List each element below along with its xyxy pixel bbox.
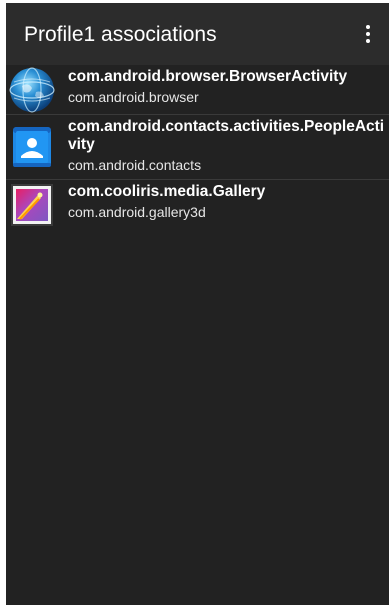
more-vert-icon-dot — [366, 39, 370, 43]
associations-list: com.android.browser.BrowserActivity com.… — [6, 65, 389, 226]
contacts-icon — [13, 127, 51, 167]
page-title: Profile1 associations — [24, 23, 217, 46]
package-name: com.android.browser — [68, 89, 199, 105]
list-item[interactable]: com.android.contacts.activities.PeopleAc… — [6, 115, 389, 180]
activity-name: com.android.contacts.activities.PeopleAc… — [68, 118, 385, 153]
gallery-icon — [11, 184, 53, 226]
app-screen: Profile1 associations com.android.browse… — [6, 3, 389, 605]
package-name: com.android.contacts — [68, 157, 202, 173]
list-item[interactable]: com.cooliris.media.Gallery com.android.g… — [6, 180, 389, 226]
list-item[interactable]: com.android.browser.BrowserActivity com.… — [6, 65, 389, 115]
app-bar: Profile1 associations — [6, 3, 389, 65]
browser-globe-icon — [9, 67, 55, 113]
package-name: com.android.gallery3d — [68, 204, 206, 220]
more-vert-icon-dot — [366, 32, 370, 36]
activity-name: com.cooliris.media.Gallery — [68, 183, 266, 200]
more-vert-icon — [366, 25, 370, 29]
activity-name: com.android.browser.BrowserActivity — [68, 68, 348, 85]
more-options-button[interactable] — [353, 17, 383, 51]
